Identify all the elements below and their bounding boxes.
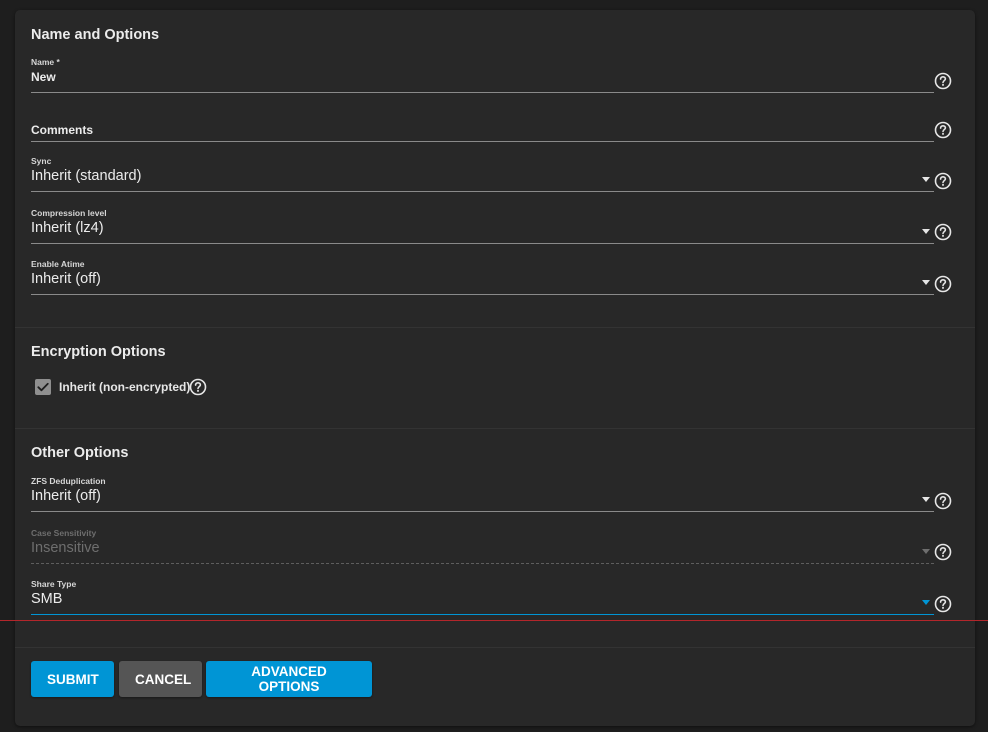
dedup-select[interactable]: ZFS Deduplication Inherit (off) xyxy=(31,476,934,512)
caret-down-icon[interactable] xyxy=(922,600,930,605)
atime-select-underline xyxy=(31,294,934,295)
inherit-encryption-checkbox[interactable] xyxy=(35,379,51,395)
comments-field-underline xyxy=(31,141,934,142)
dedup-select-underline xyxy=(31,511,934,512)
name-help-icon[interactable] xyxy=(934,72,952,90)
cancel-button[interactable]: Cancel xyxy=(119,661,202,697)
caret-down-icon[interactable] xyxy=(922,229,930,234)
dataset-form-card: Name and Options Name * New Comments Syn… xyxy=(15,10,975,726)
case-sensitivity-help-icon[interactable] xyxy=(934,543,952,561)
share-type-help-icon[interactable] xyxy=(934,595,952,613)
share-type-label: Share Type xyxy=(31,579,77,589)
comments-help-icon[interactable] xyxy=(934,121,952,139)
sync-select-value[interactable]: Inherit (standard) xyxy=(31,168,141,184)
name-field-label: Name * xyxy=(31,57,60,67)
atime-select-label: Enable Atime xyxy=(31,259,85,269)
sync-select[interactable]: Sync Inherit (standard) xyxy=(31,156,934,192)
atime-help-icon[interactable] xyxy=(934,275,952,293)
section-title-other: Other Options xyxy=(31,445,129,461)
inherit-encryption-label[interactable]: Inherit (non-encrypted) xyxy=(59,380,190,394)
case-sensitivity-select: Case Sensitivity Insensitive xyxy=(31,528,934,564)
sync-select-underline xyxy=(31,191,934,192)
compression-help-icon[interactable] xyxy=(934,223,952,241)
share-type-value[interactable]: SMB xyxy=(31,591,62,607)
section-divider xyxy=(15,647,975,648)
red-guide-line xyxy=(0,620,988,621)
section-title-name-options: Name and Options xyxy=(31,27,160,43)
atime-select-value[interactable]: Inherit (off) xyxy=(31,271,101,287)
caret-down-icon[interactable] xyxy=(922,497,930,502)
sync-select-label: Sync xyxy=(31,156,52,166)
dedup-select-label: ZFS Deduplication xyxy=(31,476,106,486)
name-field-underline xyxy=(31,92,934,93)
case-sensitivity-value: Insensitive xyxy=(31,540,100,556)
caret-down-icon xyxy=(922,549,930,554)
compression-select-underline xyxy=(31,243,934,244)
share-type-underline xyxy=(31,614,934,615)
share-type-select[interactable]: Share Type SMB xyxy=(31,579,934,615)
advanced-options-button[interactable]: Advanced Options xyxy=(206,661,372,697)
section-title-encryption: Encryption Options xyxy=(31,344,166,360)
caret-down-icon[interactable] xyxy=(922,177,930,182)
dedup-select-value[interactable]: Inherit (off) xyxy=(31,488,101,504)
section-divider xyxy=(15,327,975,328)
compression-select-label: Compression level xyxy=(31,208,107,218)
comments-field-placeholder[interactable]: Comments xyxy=(31,122,93,138)
dedup-help-icon[interactable] xyxy=(934,492,952,510)
name-field-value[interactable]: New xyxy=(31,69,56,85)
comments-field[interactable]: Comments xyxy=(31,106,934,142)
case-sensitivity-underline xyxy=(31,563,934,564)
sync-help-icon[interactable] xyxy=(934,172,952,190)
name-field[interactable]: Name * New xyxy=(31,57,934,93)
section-divider xyxy=(15,428,975,429)
atime-select[interactable]: Enable Atime Inherit (off) xyxy=(31,259,934,295)
caret-down-icon[interactable] xyxy=(922,280,930,285)
compression-select-value[interactable]: Inherit (lz4) xyxy=(31,220,104,236)
submit-button[interactable]: Submit xyxy=(31,661,114,697)
case-sensitivity-label: Case Sensitivity xyxy=(31,528,97,538)
check-icon xyxy=(37,382,49,392)
compression-select[interactable]: Compression level Inherit (lz4) xyxy=(31,208,934,244)
encryption-help-icon[interactable] xyxy=(189,378,207,396)
